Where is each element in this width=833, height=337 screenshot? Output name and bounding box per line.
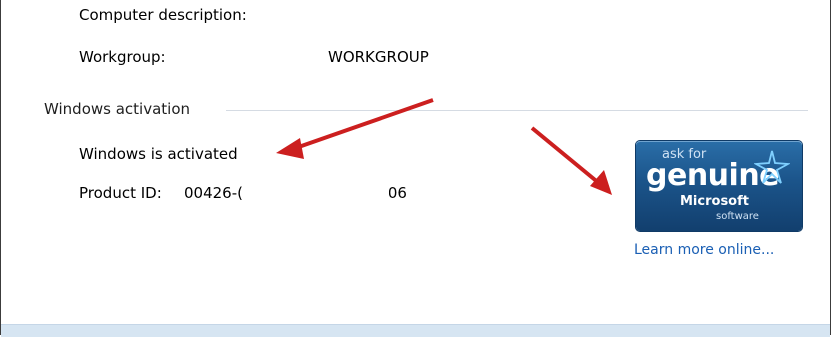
star-icon xyxy=(754,150,790,184)
learn-more-online-link[interactable]: Learn more online... xyxy=(634,242,774,258)
genuine-microsoft-badge[interactable]: ask for genuine Microsoft software xyxy=(636,141,802,231)
arrow-to-badge xyxy=(530,126,602,186)
arrowhead-badge xyxy=(590,170,612,195)
badge-line-microsoft: Microsoft xyxy=(680,194,749,209)
badge-line-software: software xyxy=(716,211,759,222)
arrow-to-status xyxy=(289,98,434,152)
arrowhead-status xyxy=(276,138,304,159)
